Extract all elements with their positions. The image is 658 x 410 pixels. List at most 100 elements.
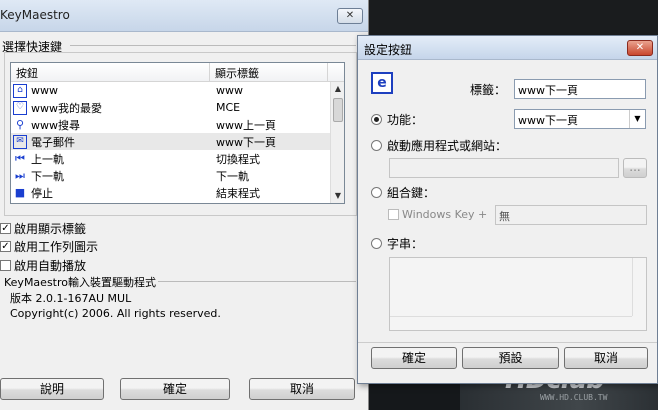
list-header: 按鈕 顯示標籤	[11, 63, 344, 82]
dialog-close-button[interactable]: ✕	[627, 40, 653, 56]
list-item[interactable]: ✉ 電子郵件 www下一頁	[11, 133, 344, 150]
winkey-label: Windows Key +	[402, 208, 488, 221]
list-item[interactable]: ♡ www我的最愛 MCE	[11, 99, 344, 116]
driver-info-label: KeyMaestro輸入裝置驅動程式	[4, 276, 156, 289]
list-scrollbar[interactable]: ▲ ▼	[330, 82, 344, 203]
string-label: 字串：	[387, 237, 424, 251]
textarea-vscroll[interactable]	[632, 258, 646, 316]
display-label-cell: 下一軌	[216, 169, 249, 183]
display-label-cell: MCE	[216, 101, 241, 114]
column-header-button[interactable]: 按鈕	[11, 63, 210, 81]
checkbox-icon[interactable]: ✓	[0, 241, 11, 252]
function-select[interactable]: www下一頁 ▼	[514, 109, 646, 129]
radio-string[interactable]: 字串：	[371, 235, 423, 252]
chevron-down-icon[interactable]: ▼	[629, 110, 645, 128]
button-name: www	[31, 84, 58, 97]
dialog-title: 設定按鈕	[364, 43, 413, 57]
button-name: 下一軌	[31, 169, 64, 183]
radio-icon[interactable]	[371, 238, 382, 249]
winkey-input[interactable]: 無	[495, 205, 647, 225]
browser-icon: e	[371, 72, 393, 94]
launch-path-input[interactable]	[389, 158, 619, 178]
string-textarea[interactable]	[389, 257, 647, 331]
checkbox-icon[interactable]: ✓	[0, 223, 11, 234]
stop-icon: ■	[14, 186, 26, 199]
option-label: 啟用顯示標籤	[14, 222, 87, 236]
function-label: 功能：	[387, 113, 424, 127]
button-name-cell: ■ 停止	[11, 185, 210, 201]
scroll-thumb[interactable]	[333, 98, 343, 122]
button-name-cell: ⏮ 上一軌	[11, 151, 210, 167]
display-label-cell: 結束程式	[216, 186, 260, 200]
mail-icon: ✉	[13, 134, 27, 149]
close-button[interactable]: ✕	[337, 8, 363, 24]
settings-dialog: 設定按鈕 ✕ e 標籤： www下一頁 功能： www下一頁 ▼ 啟動應用程式或…	[357, 35, 658, 384]
launch-label: 啟動應用程式或網站：	[387, 139, 508, 153]
option-taskbar-icon[interactable]: ✓ 啟用工作列圖示	[0, 238, 98, 255]
button-name: 停止	[31, 186, 53, 200]
button-name-cell: ♡ www我的最愛	[11, 100, 210, 116]
ok-button[interactable]: 確定	[120, 378, 230, 400]
display-label-cell: www上一頁	[216, 118, 276, 132]
dialog-title-bar: 設定按鈕 ✕	[358, 36, 657, 60]
checkbox-icon[interactable]	[0, 260, 11, 271]
search-icon: ⚲	[15, 118, 25, 131]
button-name: 上一軌	[31, 152, 64, 166]
combo-label: 組合鍵：	[387, 186, 436, 200]
textarea-hscroll[interactable]	[390, 316, 632, 330]
button-name-cell: ⚲ www搜尋	[11, 117, 210, 133]
radio-icon[interactable]	[371, 187, 382, 198]
column-header-label[interactable]: 顯示標籤	[210, 63, 328, 81]
close-icon: ✕	[345, 10, 355, 21]
main-window: KeyMaestro ✕ 選擇快速鍵 按鈕 顯示標籤 ⌂ www www ♡ www我的…	[0, 0, 369, 410]
list-item[interactable]: ⏮ 上一軌 切換程式	[11, 150, 344, 167]
display-label-cell: 切換程式	[216, 152, 260, 166]
list-item[interactable]: ⌂ www www	[11, 82, 344, 99]
previous-track-icon: ⏮	[15, 152, 25, 165]
radio-combo-key[interactable]: 組合鍵：	[371, 184, 435, 201]
display-label-cell: www	[216, 84, 243, 97]
list-item[interactable]: ■ 停止 結束程式	[11, 184, 344, 201]
list-item[interactable]: ⏭ 下一軌 下一軌	[11, 167, 344, 184]
shortcut-list[interactable]: 按鈕 顯示標籤 ⌂ www www ♡ www我的最愛 MCE ⚲ www搜尋 www上一頁 ✉ 電…	[10, 62, 345, 204]
display-label-cell: www下一頁	[216, 135, 276, 149]
main-title-bar: KeyMaestro ✕	[0, 0, 368, 32]
radio-function[interactable]: 功能：	[371, 111, 423, 128]
close-icon: ✕	[635, 42, 645, 53]
help-button[interactable]: 說明	[0, 378, 104, 400]
winkey-checkbox[interactable]: Windows Key +	[388, 208, 487, 221]
copyright-text: Copyright(c) 2006. All rights reserved.	[10, 307, 221, 320]
dialog-divider	[358, 342, 657, 343]
dialog-ok-button[interactable]: 確定	[371, 347, 457, 369]
browse-button[interactable]: ...	[623, 158, 647, 178]
function-value: www下一頁	[518, 114, 578, 127]
scroll-down-icon[interactable]: ▼	[331, 189, 344, 203]
radio-icon[interactable]	[371, 140, 382, 151]
tag-input[interactable]: www下一頁	[514, 79, 646, 99]
version-text: 版本 2.0.1-167AU MUL	[10, 292, 132, 305]
option-autoplay[interactable]: 啟用自動播放	[0, 257, 86, 274]
button-name-cell: ✉ 電子郵件	[11, 134, 210, 150]
main-title: KeyMaestro	[0, 8, 70, 22]
cancel-button[interactable]: 取消	[249, 378, 355, 400]
checkbox-icon[interactable]	[388, 209, 399, 220]
radio-launch[interactable]: 啟動應用程式或網站：	[371, 137, 507, 154]
dialog-default-button[interactable]: 預設	[462, 347, 559, 369]
next-track-icon: ⏭	[15, 169, 25, 182]
button-name-cell: ⌂ www	[11, 83, 210, 98]
option-show-label[interactable]: ✓ 啟用顯示標籤	[0, 220, 86, 237]
watermark-url: WWW.HD.CLUB.TW	[540, 393, 608, 402]
option-label: 啟用自動播放	[14, 259, 87, 273]
list-item[interactable]: ⚲ www搜尋 www上一頁	[11, 116, 344, 133]
home-icon: ⌂	[13, 83, 27, 98]
button-name: www搜尋	[31, 118, 80, 132]
scroll-up-icon[interactable]: ▲	[331, 82, 344, 96]
option-label: 啟用工作列圖示	[14, 240, 99, 254]
dialog-cancel-button[interactable]: 取消	[564, 347, 648, 369]
info-divider	[158, 281, 356, 282]
tag-label: 標籤：	[470, 83, 507, 97]
radio-selected-icon[interactable]	[371, 114, 382, 125]
group-divider	[70, 45, 356, 46]
button-name: www我的最愛	[31, 101, 102, 115]
favorites-icon: ♡	[13, 100, 27, 115]
